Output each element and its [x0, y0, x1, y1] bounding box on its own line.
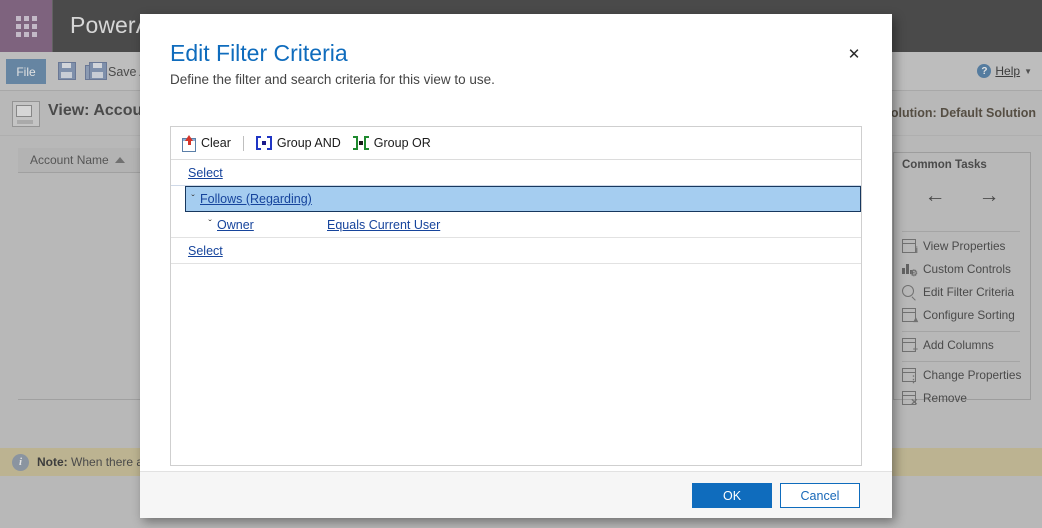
info-circle-icon: i	[12, 453, 29, 471]
criteria-row-select-top[interactable]: Select	[171, 160, 861, 186]
common-task-configure-sorting[interactable]: ▴ Configure Sorting	[902, 308, 1015, 324]
dialog-footer: OK Cancel	[140, 471, 892, 518]
save-as-floppy-icon[interactable]	[85, 62, 107, 80]
view-window-icon	[12, 101, 40, 127]
common-task-remove[interactable]: ✕ Remove	[902, 391, 967, 407]
clear-label: Clear	[201, 136, 231, 150]
group-or-button[interactable]: Group OR	[347, 134, 437, 152]
group-or-brackets-icon	[352, 136, 369, 150]
toolbar-divider	[242, 135, 244, 151]
common-task-label: Custom Controls	[923, 262, 1011, 276]
edit-filter-criteria-dialog: Edit Filter Criteria Define the filter a…	[140, 14, 892, 518]
tab-file[interactable]: File	[6, 59, 46, 84]
help-circle-icon: ?	[977, 64, 992, 78]
common-task-label: Edit Filter Criteria	[923, 285, 1015, 299]
app-launcher-grid-icon	[15, 15, 37, 37]
ok-button[interactable]: OK	[692, 483, 772, 508]
common-task-label: Change Properties	[923, 368, 1022, 382]
dialog-title: Edit Filter Criteria	[170, 40, 348, 66]
select-link[interactable]: Select	[185, 166, 223, 180]
app-launcher-button[interactable]	[0, 0, 52, 52]
group-or-label: Group OR	[373, 136, 431, 150]
expand-chevron-icon[interactable]: ˇ	[186, 194, 200, 205]
common-task-view-properties[interactable]: i View Properties	[902, 239, 1006, 255]
note-label: Note:	[37, 455, 68, 469]
group-and-label: Group AND	[276, 136, 341, 150]
brand-divider	[52, 0, 53, 52]
common-tasks-navigation: ← →	[894, 185, 1030, 206]
criteria-row-select-bottom[interactable]: Select	[171, 238, 861, 264]
remove-icon: ✕	[902, 391, 918, 407]
expand-chevron-icon[interactable]: ˇ	[203, 219, 217, 230]
cancel-button[interactable]: Cancel	[780, 483, 860, 508]
help-label[interactable]: Help	[995, 64, 1020, 78]
clear-page-icon	[181, 134, 196, 152]
chevron-down-icon[interactable]: ▼	[1024, 67, 1032, 76]
forward-arrow-icon[interactable]: →	[979, 185, 1000, 206]
common-task-change-properties[interactable]: ⋮ Change Properties	[902, 368, 1022, 384]
select-link[interactable]: Select	[185, 244, 223, 258]
common-task-custom-controls[interactable]: ⚙ Custom Controls	[902, 262, 1011, 278]
common-tasks-divider-3	[902, 361, 1020, 362]
page-title: View: Accou	[48, 102, 143, 119]
common-task-label: Remove	[923, 391, 967, 405]
common-tasks-divider-1	[902, 231, 1020, 232]
sort-ascending-caret	[114, 157, 125, 163]
group-and-button[interactable]: Group AND	[250, 134, 347, 152]
grid-column-label: Account Name	[30, 153, 109, 167]
entity-link[interactable]: Follows (Regarding)	[200, 192, 312, 206]
magnifier-icon	[902, 285, 917, 299]
common-task-add-columns[interactable]: + Add Columns	[902, 338, 994, 354]
custom-controls-icon: ⚙	[902, 262, 918, 278]
criteria-row-follows-regarding[interactable]: ˇ Follows (Regarding)	[185, 186, 861, 212]
criteria-toolbar: Clear Group AND Group OR	[171, 127, 861, 160]
criteria-rows: Select ˇ Follows (Regarding) ˇ Owner Equ…	[171, 160, 861, 264]
configure-sorting-icon: ▴	[902, 308, 918, 324]
group-and-brackets-icon	[255, 136, 272, 150]
back-arrow-icon[interactable]: ←	[925, 185, 946, 206]
criteria-row-owner[interactable]: ˇ Owner Equals Current User	[171, 212, 861, 238]
add-columns-icon: +	[902, 338, 918, 354]
save-floppy-icon[interactable]	[58, 62, 76, 80]
common-task-edit-filter-criteria[interactable]: Edit Filter Criteria	[902, 285, 1014, 299]
solution-label: n solution: Default Solution	[872, 106, 1036, 120]
clear-button[interactable]: Clear	[175, 134, 237, 153]
common-tasks-divider-2	[902, 331, 1020, 332]
dialog-subtitle: Define the filter and search criteria fo…	[170, 72, 495, 87]
help-button[interactable]: ? Help ▼	[977, 64, 1032, 78]
common-tasks-title: Common Tasks	[902, 159, 987, 171]
common-tasks-panel: Common Tasks ← → i View Properties ⚙ Cus…	[893, 152, 1031, 407]
common-task-label: Add Columns	[923, 338, 994, 352]
field-link[interactable]: Owner	[217, 218, 327, 232]
criteria-container: Clear Group AND Group OR Select ˇ Follow…	[170, 126, 862, 466]
note-text: Note: When there are	[37, 455, 154, 469]
close-x-icon[interactable]: ✕	[842, 42, 866, 66]
operator-link[interactable]: Equals Current User	[327, 218, 440, 232]
grid-column-account-name[interactable]: Account Name	[18, 153, 125, 167]
change-properties-icon: ⋮	[902, 368, 918, 384]
view-properties-icon: i	[902, 239, 918, 255]
common-task-label: View Properties	[923, 239, 1006, 253]
common-task-label: Configure Sorting	[923, 308, 1015, 322]
